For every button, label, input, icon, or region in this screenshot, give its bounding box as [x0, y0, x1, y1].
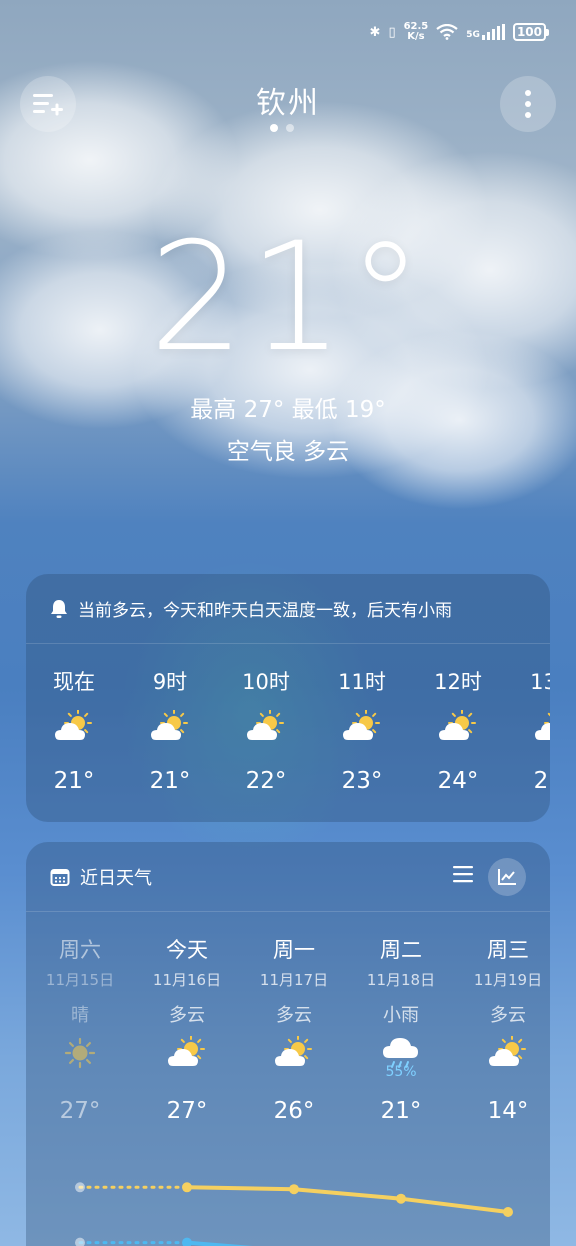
precip-chance: 55%	[385, 1064, 417, 1080]
low-trend-point	[75, 1237, 85, 1246]
partly-cloudy-icon	[54, 709, 94, 742]
hour-temperature: 25°	[533, 768, 550, 794]
chart-view-button[interactable]	[488, 858, 526, 896]
list-view-icon[interactable]	[452, 864, 474, 884]
partly-cloudy-icon	[342, 709, 382, 742]
page-indicator	[270, 124, 294, 132]
bluetooth-icon: ✱	[369, 24, 381, 40]
low-trend-point	[182, 1237, 192, 1246]
hourly-list[interactable]: 现在 21° 9时 21° 10时 22° 11时 23° 12时 24° 13时 25°	[26, 644, 550, 822]
high-trend-point	[182, 1182, 192, 1193]
hour-temperature: 24°	[437, 768, 479, 794]
vibrate-icon: ▯	[388, 24, 396, 40]
net-speed: 62.5 K/s	[403, 21, 429, 42]
partly-cloudy-icon	[487, 1035, 529, 1070]
hour-temperature: 23°	[341, 768, 383, 794]
hour-label: 11时	[338, 670, 386, 694]
status-bar: ✱ ▯ 62.5 K/s 5G 100	[369, 21, 550, 42]
more-vertical-icon	[525, 90, 531, 118]
hour-temperature: 22°	[245, 768, 287, 794]
day-name: 周二	[380, 938, 422, 962]
day-name: 周一	[273, 938, 315, 962]
day-high-temperature: 27°	[166, 1098, 208, 1124]
high-low-temperature: 最高 27° 最低 19°	[190, 397, 386, 423]
day-date: 11月15日	[45, 971, 115, 989]
day-condition: 多云	[490, 1005, 526, 1026]
hour-label: 10时	[242, 670, 290, 694]
day-condition: 晴	[71, 1005, 89, 1026]
low-trend-segment	[185, 1240, 253, 1246]
calendar-icon	[50, 868, 70, 886]
air-quality-condition: 空气良 多云	[226, 439, 350, 465]
sunny-icon	[59, 1036, 101, 1070]
high-trend-segment	[399, 1196, 510, 1214]
high-trend-point	[503, 1207, 513, 1217]
high-trend-point	[396, 1193, 406, 1204]
hourly-forecast-card[interactable]: 当前多云，今天和昨天白天温度一致，后天有小雨 现在 21° 9时 21° 10时 22° 1…	[26, 574, 550, 822]
daily-header: 近日天气	[26, 842, 550, 912]
page-dot	[286, 124, 294, 132]
day-high-temperature: 26°	[273, 1098, 315, 1124]
daily-list[interactable]: 周六 11月15日晴 27° 今天 11月16日 多云 27° 周一 11月17日 多云 26° 周二…	[26, 912, 550, 1246]
partly-cloudy-icon	[166, 1035, 208, 1070]
hour-label: 9时	[152, 670, 188, 694]
hour-label: 13时	[530, 670, 550, 694]
page-dot	[270, 124, 278, 132]
partly-cloudy-icon	[438, 709, 478, 742]
partly-cloudy-icon	[150, 709, 190, 742]
day-date: 11月17日	[259, 971, 329, 989]
current-temperature: 21°	[149, 211, 427, 385]
day-condition: 多云	[276, 1005, 312, 1026]
day-high-temperature: 21°	[380, 1098, 422, 1124]
bell-icon	[51, 599, 67, 618]
alert-text: 当前多云，今天和昨天白天温度一致，后天有小雨	[78, 601, 452, 621]
line-chart-icon	[498, 869, 516, 885]
more-options-button[interactable]	[500, 76, 556, 132]
high-trend-segment	[292, 1187, 403, 1201]
wifi-icon	[436, 24, 458, 40]
daily-forecast-card[interactable]: 近日天气 周六 11月15日晴 27° 今天 11月16日 多云 27° 周一 11月17日 多云…	[26, 842, 550, 1246]
day-condition: 小雨	[383, 1005, 419, 1026]
day-high-temperature: 14°	[487, 1098, 529, 1124]
day-name: 今天	[166, 938, 208, 962]
daily-title: 近日天气	[80, 867, 152, 889]
high-trend-segment	[185, 1185, 296, 1192]
partly-cloudy-icon	[273, 1035, 315, 1070]
day-name: 周三	[487, 938, 529, 962]
day-date: 11月18日	[366, 971, 436, 989]
battery-icon: 100	[512, 23, 550, 41]
day-date: 11月16日	[152, 971, 222, 989]
partly-cloudy-icon	[246, 709, 286, 742]
city-name: 钦州	[256, 86, 320, 121]
weather-alert: 当前多云，今天和昨天白天温度一致，后天有小雨	[26, 574, 550, 644]
hour-temperature: 21°	[149, 768, 191, 794]
temperature-trend-chart	[75, 1182, 513, 1246]
cell-signal: 5G	[466, 24, 505, 40]
hour-temperature: 21°	[53, 768, 95, 794]
day-condition: 多云	[169, 1005, 205, 1026]
signal-bars-icon	[481, 24, 505, 40]
hour-label: 现在	[53, 670, 95, 694]
hour-label: 12时	[434, 670, 482, 694]
day-name: 周六	[59, 938, 101, 962]
day-high-temperature: 27°	[59, 1098, 101, 1124]
day-date: 11月19日	[473, 971, 543, 989]
partly-cloudy-icon	[534, 710, 550, 742]
high-trend-point	[75, 1182, 85, 1193]
high-trend-point	[289, 1184, 299, 1195]
